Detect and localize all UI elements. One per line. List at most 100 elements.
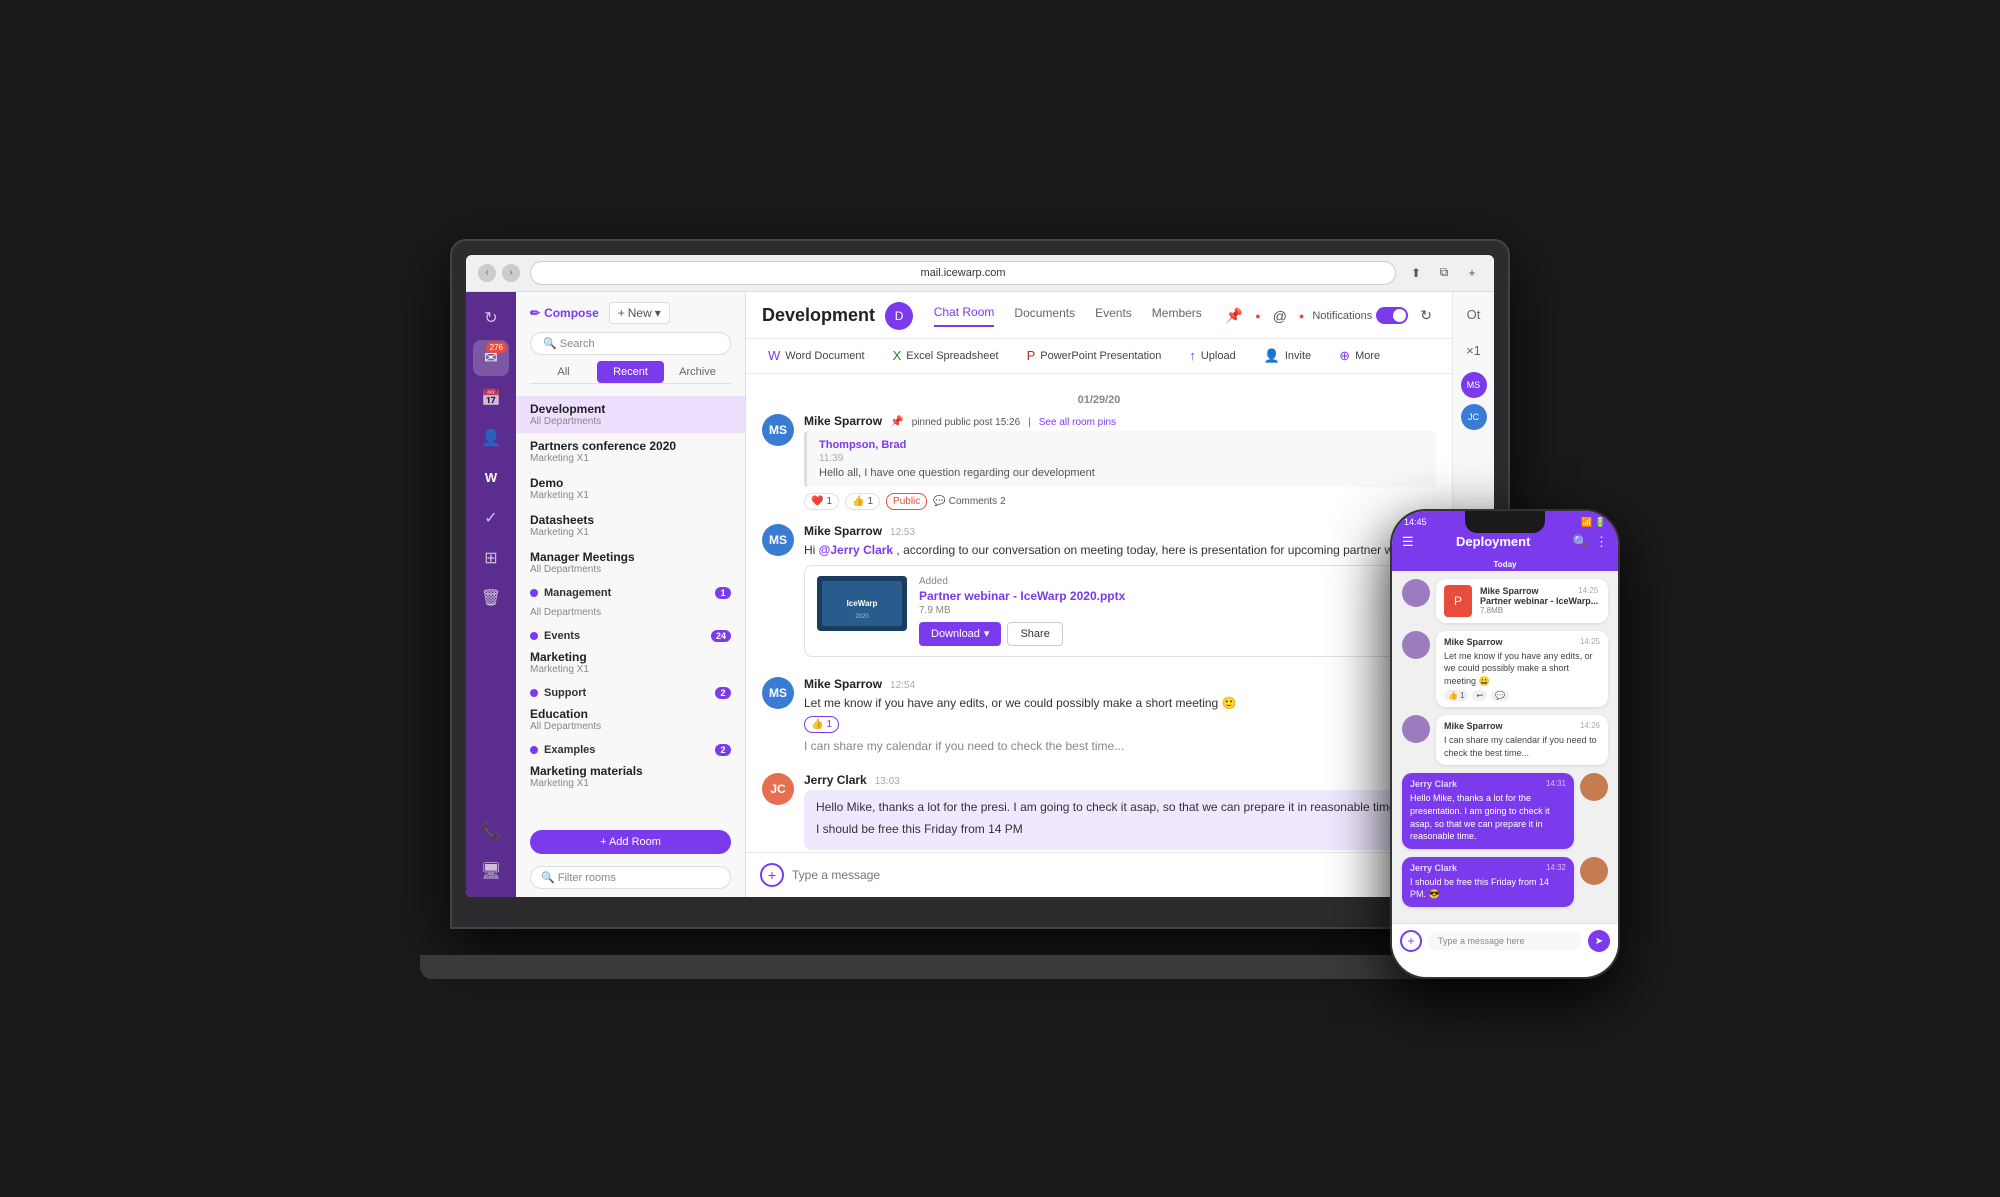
message-input-row: + (746, 852, 1452, 897)
avatar-mike-1: MS (762, 414, 794, 446)
phone-msg-5: Jerry Clark 14:32 I should be free this … (1402, 857, 1608, 907)
share-button[interactable]: Share (1007, 622, 1062, 646)
monitor-nav-button[interactable]: 🖥 (473, 853, 509, 889)
msg-text-4a: Hello Mike, thanks a lot for the presi. … (816, 798, 1424, 816)
badge-management: 1 (715, 587, 731, 599)
avatar-jerry: JC (762, 773, 794, 805)
powerpoint-icon: P (1027, 348, 1036, 363)
excel-button[interactable]: X Excel Spreadsheet (887, 345, 1005, 366)
phone-search-icon[interactable]: 🔍 (1573, 534, 1589, 550)
add-room-button[interactable]: + Add Room (530, 830, 731, 854)
phone-msg-4: Jerry Clark 14:31 Hello Mike, thanks a l… (1402, 773, 1608, 848)
more-button[interactable]: ⊕ More (1333, 345, 1386, 367)
grid-nav-button[interactable]: ⊞ (473, 540, 509, 576)
see-pins-link[interactable]: | (1028, 417, 1031, 428)
badge-examples: 2 (715, 744, 731, 756)
msg-time-4: 13:03 (875, 776, 900, 787)
room-item-marketing[interactable]: Marketing materials Marketing X1 (516, 758, 745, 795)
phone-messages: P Mike Sparrow 14:25 Partner webinar - I… (1392, 571, 1618, 924)
panel-avatar-2[interactable]: JC (1461, 404, 1487, 430)
icon-sidebar: ↻ ✉ 276 📅 👤 W ✓ ⊞ 🗑 📞 🖥 (466, 292, 516, 897)
word-icon: W (768, 348, 780, 363)
add-attachment-button[interactable]: + (760, 863, 784, 887)
compose-button[interactable]: ✏ Compose (530, 306, 599, 320)
phone-input-row: + Type a message here ➤ (1392, 923, 1618, 958)
tasks-nav-button[interactable]: ✓ (473, 500, 509, 536)
filter-rooms-input[interactable]: 🔍 Filter rooms (530, 866, 731, 889)
room-item-education[interactable]: Education All Departments (516, 701, 745, 738)
download-button[interactable]: Download ▾ (919, 622, 1001, 646)
back-button[interactable]: ‹ (478, 264, 496, 282)
phone-msg-3: Mike Sparrow 14:26 I can share my calend… (1402, 715, 1608, 765)
reload-icon[interactable]: ↻ (1416, 305, 1436, 326)
tab-archive[interactable]: Archive (664, 361, 731, 383)
reaction-thumbsup[interactable]: 👍 1 (845, 493, 880, 510)
tab-recent[interactable]: Recent (597, 361, 664, 383)
at-icon[interactable]: @ (1269, 306, 1291, 326)
room-item-management[interactable]: All Departments (516, 601, 745, 624)
tabs-button[interactable]: ⧉ (1434, 263, 1454, 283)
share-button[interactable]: ⬆ (1406, 263, 1426, 283)
section-events: Events 24 (516, 624, 745, 644)
reaction-heart[interactable]: ❤️ 1 (804, 493, 839, 510)
svg-text:IceWarp: IceWarp (847, 599, 878, 608)
badge-events: 24 (711, 630, 731, 642)
search-bar[interactable]: 🔍 Search (530, 332, 731, 355)
word-doc-button[interactable]: W Word Document (762, 345, 871, 366)
powerpoint-button[interactable]: P PowerPoint Presentation (1021, 345, 1168, 366)
forward-button[interactable]: › (502, 264, 520, 282)
phone-send-button[interactable]: ➤ (1588, 930, 1610, 952)
upload-button[interactable]: ↑ Upload (1183, 345, 1241, 366)
docs-nav-button[interactable]: W (473, 460, 509, 496)
reaction-thumbsup-3[interactable]: 👍 1 (804, 716, 839, 733)
tab-documents[interactable]: Documents (1014, 306, 1075, 326)
tab-members[interactable]: Members (1152, 306, 1202, 326)
contacts-nav-button[interactable]: 👤 (473, 420, 509, 456)
panel-btn-2[interactable]: ×1 (1459, 336, 1489, 366)
room-item-datasheets[interactable]: Datasheets Marketing X1 (516, 507, 745, 544)
phone-nav-button[interactable]: 📞 (473, 813, 509, 849)
room-item-events[interactable]: Marketing Marketing X1 (516, 644, 745, 681)
tab-events[interactable]: Events (1095, 306, 1132, 326)
room-item-demo[interactable]: Demo Marketing X1 (516, 470, 745, 507)
mail-nav-button[interactable]: ✉ 276 (473, 340, 509, 376)
invite-button[interactable]: 👤 Invite (1258, 345, 1317, 367)
attachment-info: Added Partner webinar - IceWarp 2020.ppt… (919, 576, 1423, 646)
room-item-partners[interactable]: Partners conference 2020 Marketing X1 (516, 433, 745, 470)
phone-menu-icon[interactable]: ☰ (1402, 534, 1414, 550)
pin-icon[interactable]: 📌 (1222, 305, 1247, 326)
trash-nav-button[interactable]: 🗑 (473, 580, 509, 616)
room-item-development[interactable]: Development All Departments (516, 396, 745, 433)
toggle-switch[interactable] (1376, 307, 1408, 324)
msg-time-3: 12:54 (890, 680, 915, 691)
new-button[interactable]: + New ▾ (609, 302, 670, 324)
message-input[interactable] (792, 868, 1438, 882)
rooms-list: Development All Departments Partners con… (516, 390, 745, 822)
message-group-2: MS Mike Sparrow 12:53 Hi @Jerry Clark , … (762, 524, 1436, 663)
refresh-nav-button[interactable]: ↻ (473, 300, 509, 336)
comments-link[interactable]: 💬 Comments 2 (933, 496, 1005, 507)
tab-chat-room[interactable]: Chat Room (934, 305, 995, 327)
attachment-size: 7.9 MB (919, 605, 1423, 616)
notifications-toggle[interactable]: Notifications (1312, 307, 1408, 324)
panel-btn-1[interactable]: Ot (1459, 300, 1489, 330)
phone-add-button[interactable]: + (1400, 930, 1422, 952)
see-all-pins-link[interactable]: See all room pins (1039, 417, 1116, 428)
tab-all[interactable]: All (530, 361, 597, 383)
phone-attachment-icon: P (1444, 585, 1472, 617)
browser-chrome: ‹ › mail.icewarp.com ⬆ ⧉ + (466, 255, 1494, 292)
new-tab-button[interactable]: + (1462, 263, 1482, 283)
phone-avatar-4 (1580, 773, 1608, 801)
room-title: Development (762, 305, 875, 326)
attachment-card: IceWarp 2020 Added Partner webinar (804, 565, 1436, 657)
phone-body: 14:45 📶 🔋 ☰ Deployment 🔍 ⋮ Today (1390, 509, 1620, 979)
phone-msg-1: P Mike Sparrow 14:25 Partner webinar - I… (1402, 579, 1608, 623)
address-bar[interactable]: mail.icewarp.com (530, 261, 1396, 285)
pin-indicator: 📌 (890, 415, 904, 428)
phone-more-icon[interactable]: ⋮ (1595, 534, 1608, 550)
phone-message-input[interactable]: Type a message here (1428, 932, 1582, 950)
panel-avatar-1[interactable]: MS (1461, 372, 1487, 398)
calendar-nav-button[interactable]: 📅 (473, 380, 509, 416)
room-item-manager-meetings[interactable]: Manager Meetings All Departments (516, 544, 745, 581)
attachment-name[interactable]: Partner webinar - IceWarp 2020.pptx (919, 589, 1423, 603)
